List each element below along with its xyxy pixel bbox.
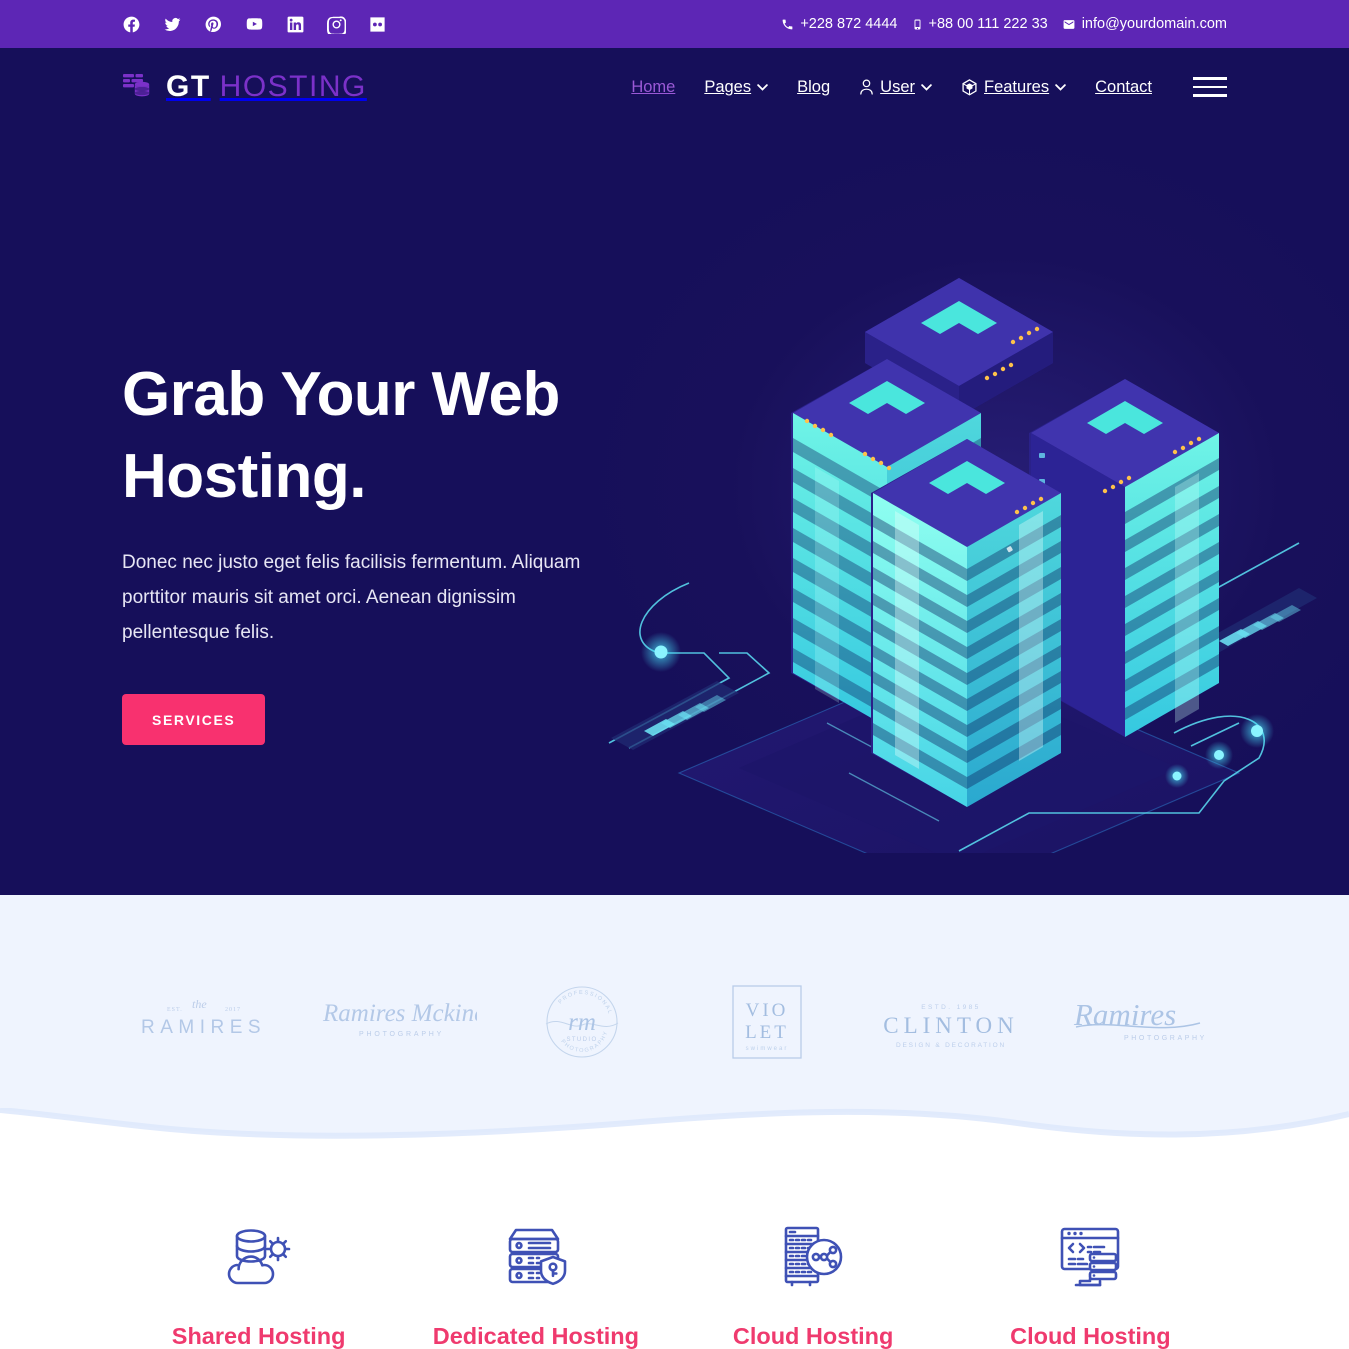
database-cloud-gear-icon: [227, 1229, 290, 1285]
svg-text:rm: rm: [568, 1009, 596, 1036]
brand-rm-studio[interactable]: rm STUDIO PROFESSIONAL PHOTOGRAPHY: [490, 972, 675, 1072]
site-logo[interactable]: GT HOSTING: [122, 72, 367, 102]
service-card-dedicated-hosting[interactable]: Dedicated Hosting: [397, 1221, 674, 1349]
service-card-cloud-hosting-2[interactable]: Cloud Hosting: [952, 1221, 1229, 1349]
twitter-icon[interactable]: [163, 15, 182, 34]
svg-text:PHOTOGRAPHY: PHOTOGRAPHY: [1124, 1035, 1207, 1042]
nav-label-pages: Pages: [704, 77, 752, 96]
brand-ramires-mckincy[interactable]: Ramires Mckincy PHOTOGRAPHY: [305, 991, 490, 1053]
brand-logos-section: EST. the 2017 RAMIRES Ramires Mckincy PH…: [0, 895, 1349, 1150]
pinterest-icon[interactable]: [204, 15, 223, 34]
svg-text:VIO: VIO: [746, 1000, 789, 1021]
svg-text:swimwear: swimwear: [746, 1046, 789, 1052]
services-section: Shared Hosting Dedicated Hosting Cloud H…: [0, 1149, 1349, 1349]
email-item[interactable]: info@yourdomain.com: [1062, 16, 1227, 32]
svg-text:the: the: [192, 997, 207, 1011]
server-shield-icon: [508, 1228, 567, 1286]
service-title: Dedicated Hosting: [432, 1323, 640, 1349]
service-title: Cloud Hosting: [1010, 1323, 1171, 1349]
hero-section: GT HOSTING Home Pages Blog User Features…: [0, 48, 1349, 895]
svg-text:LET: LET: [745, 1022, 789, 1043]
flickr-icon[interactable]: [368, 15, 387, 34]
mobile-number: +88 00 111 222 33: [928, 16, 1048, 32]
email-address: info@yourdomain.com: [1081, 16, 1227, 32]
service-card-shared-hosting[interactable]: Shared Hosting: [120, 1221, 397, 1349]
chevron-down-icon: [921, 83, 932, 91]
mobile-item[interactable]: +88 00 111 222 33: [912, 16, 1048, 32]
youtube-icon[interactable]: [245, 15, 264, 34]
service-title: Cloud Hosting: [732, 1323, 894, 1349]
svg-text:ESTD. 1985: ESTD. 1985: [922, 1004, 981, 1011]
hero-description: Donec nec justo eget felis facilisis fer…: [122, 551, 581, 644]
svg-text:EST.: EST.: [167, 1007, 183, 1013]
envelope-icon: [1063, 19, 1075, 29]
svg-text:STUDIO: STUDIO: [567, 1037, 598, 1043]
chevron-down-icon: [1055, 83, 1066, 91]
brand-clinton[interactable]: ESTD. 1985 CLINTON DESIGN & DECORATION: [859, 991, 1044, 1053]
nav-item-contact[interactable]: Contact: [1095, 78, 1152, 97]
social-links: [122, 15, 387, 34]
hero-title-line-1: Grab Your Web: [122, 360, 560, 429]
nav-item-blog[interactable]: Blog: [797, 78, 830, 97]
nav-item-features[interactable]: Features: [961, 78, 1066, 97]
nav-menu: Home Pages Blog User Features Contact: [631, 77, 1227, 97]
service-title: Shared Hosting: [171, 1323, 346, 1349]
wave-divider: [0, 1108, 1349, 1150]
nav-label-features: Features: [984, 77, 1050, 96]
service-card-cloud-hosting-1[interactable]: Cloud Hosting: [675, 1221, 952, 1349]
nav-label-home: Home: [631, 77, 676, 96]
phone-number: +228 872 4444: [800, 16, 898, 32]
browser-code-server-icon: [1061, 1227, 1120, 1287]
facebook-icon[interactable]: [122, 15, 141, 34]
hero-title: Grab Your Web Hosting.: [122, 354, 742, 519]
server-stack-icon: [123, 74, 150, 97]
svg-text:Ramires Mckincy: Ramires Mckincy: [322, 1000, 477, 1027]
nav-label-blog: Blog: [797, 77, 831, 96]
linkedin-icon[interactable]: [286, 15, 305, 34]
nav-item-pages[interactable]: Pages: [704, 78, 768, 97]
hero-title-line-2: Hosting.: [122, 442, 366, 512]
logo-primary-text: GT: [166, 70, 211, 103]
brand-ramires[interactable]: EST. the 2017 RAMIRES: [120, 991, 305, 1053]
services-button[interactable]: SERVICES: [122, 694, 266, 746]
svg-text:DESIGN & DECORATION: DESIGN & DECORATION: [896, 1042, 1006, 1049]
logo-secondary-text: HOSTING: [219, 70, 367, 103]
mobile-icon: [914, 18, 920, 30]
hamburger-bar: [1193, 77, 1227, 80]
phone-icon: [782, 19, 793, 29]
svg-text:2017: 2017: [225, 1007, 241, 1013]
services-row: Shared Hosting Dedicated Hosting Cloud H…: [120, 1221, 1229, 1349]
nav-item-home[interactable]: Home: [631, 78, 675, 97]
svg-text:Ramires: Ramires: [1073, 997, 1176, 1032]
chevron-down-icon: [757, 83, 768, 91]
server-network-icon: [784, 1226, 843, 1287]
hamburger-menu-icon[interactable]: [1193, 77, 1227, 97]
nav-label-contact: Contact: [1095, 77, 1152, 96]
hero-content: Grab Your Web Hosting. Donec nec justo e…: [0, 354, 1349, 746]
topbar-contact-info: +228 872 4444 +88 00 111 222 33 info@you…: [781, 16, 1227, 32]
top-utility-bar: +228 872 4444 +88 00 111 222 33 info@you…: [0, 0, 1349, 48]
instagram-icon[interactable]: [327, 15, 346, 34]
main-navbar: GT HOSTING Home Pages Blog User Features…: [0, 48, 1349, 126]
hamburger-bar: [1193, 94, 1227, 97]
svg-text:RAMIRES: RAMIRES: [141, 1017, 266, 1038]
phone-item[interactable]: +228 872 4444: [781, 16, 898, 32]
brand-violet-swimwear[interactable]: VIO LET swimwear: [674, 980, 859, 1064]
hexagon-icon: [962, 78, 977, 96]
hamburger-bar: [1193, 85, 1227, 89]
nav-item-user[interactable]: User: [859, 78, 932, 97]
svg-text:PHOTOGRAPHY: PHOTOGRAPHY: [359, 1031, 444, 1038]
brand-ramires-photography[interactable]: Ramires PHOTOGRAPHY: [1044, 991, 1229, 1053]
user-icon: [860, 79, 873, 95]
nav-label-user: User: [880, 77, 915, 96]
svg-text:CLINTON: CLINTON: [883, 1013, 1019, 1038]
